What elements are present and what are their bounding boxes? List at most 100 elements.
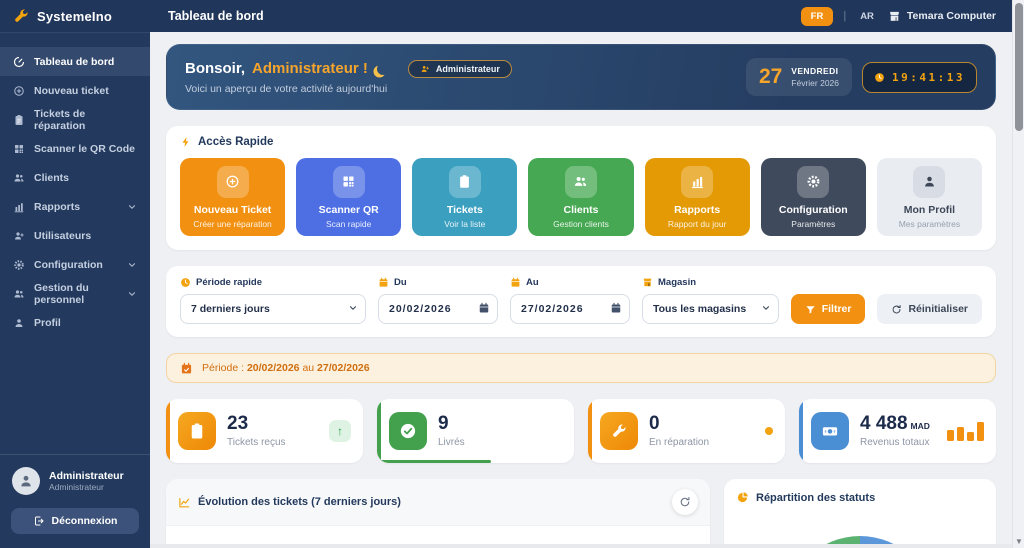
calendar-check-icon bbox=[180, 362, 193, 375]
stat-card-en-reparation: 0 En réparation bbox=[588, 399, 785, 463]
date-day-name: VENDREDI bbox=[791, 66, 839, 76]
quick-card-subtitle: Scan rapide bbox=[326, 218, 372, 229]
sidebar-item-tickets-de-reparation[interactable]: Tickets de réparation bbox=[0, 105, 150, 134]
quick-access-header: Accès Rapide bbox=[180, 136, 982, 148]
sidebar-item-rapports[interactable]: Rapports bbox=[0, 192, 150, 221]
sidebar: Tableau de bord Nouveau ticket Tickets d… bbox=[0, 32, 150, 548]
stat-label: Livrés bbox=[438, 436, 465, 448]
sidebar-item-label: Profil bbox=[34, 316, 61, 329]
tickets-evolution-chart-card: Évolution des tickets (7 derniers jours) bbox=[166, 479, 710, 548]
quick-card-tickets[interactable]: Tickets Voir la liste bbox=[412, 158, 518, 236]
clock-icon bbox=[874, 72, 885, 83]
sidebar-item-gestion-personnel[interactable]: Gestion du personnel bbox=[0, 279, 150, 308]
chart-header: Évolution des tickets (7 derniers jours) bbox=[166, 479, 710, 526]
main-content: Bonsoir, Administrateur ! Administrateur… bbox=[150, 32, 1012, 548]
period-to: 27/02/2026 bbox=[317, 362, 370, 374]
period-prefix: Période : bbox=[202, 362, 245, 374]
sidebar-nav: Tableau de bord Nouveau ticket Tickets d… bbox=[0, 33, 150, 337]
filters-bar: Période rapide 7 derniers jours Du 20/02… bbox=[166, 266, 996, 337]
quick-card-title: Clients bbox=[563, 203, 599, 216]
vertical-scrollbar[interactable]: ▼ bbox=[1012, 0, 1024, 548]
user-icon bbox=[18, 473, 34, 489]
plus-circle-icon bbox=[216, 165, 249, 198]
quick-card-configuration[interactable]: Configuration Paramètres bbox=[760, 158, 866, 236]
quick-card-mon-profil[interactable]: Mon Profil Mes paramètres bbox=[876, 158, 982, 236]
sidebar-user-role: Administrateur bbox=[49, 482, 104, 493]
quick-card-scanner-qr[interactable]: Scanner QR Scan rapide bbox=[296, 158, 402, 236]
date-day-number: 27 bbox=[758, 65, 783, 88]
header-right: FR | AR Temara Computer bbox=[800, 6, 1012, 26]
page-title: Tableau de bord bbox=[168, 9, 264, 23]
period-separator: au bbox=[302, 362, 315, 374]
sidebar-item-label: Utilisateurs bbox=[34, 229, 92, 242]
period-banner: Période : 20/02/2026 au 27/02/2026 bbox=[166, 353, 996, 383]
store-select[interactable]: Tous les magasins bbox=[642, 294, 779, 324]
chart-refresh-button[interactable] bbox=[672, 489, 698, 515]
stat-value: 4 488 MAD bbox=[860, 413, 930, 435]
quick-card-clients[interactable]: Clients Gestion clients bbox=[528, 158, 634, 236]
store-tag: Temara Computer bbox=[888, 10, 996, 23]
line-chart-icon bbox=[178, 496, 191, 509]
quick-card-subtitle: Créer une réparation bbox=[193, 218, 272, 229]
qr-code-icon bbox=[13, 143, 25, 155]
stat-card-tickets-recus: 23 Tickets reçus ↑ bbox=[166, 399, 363, 463]
filter-store-group: Magasin Tous les magasins bbox=[642, 277, 779, 324]
welcome-username: Administrateur ! bbox=[252, 60, 368, 77]
role-badge: Administrateur bbox=[407, 59, 512, 78]
users-icon bbox=[564, 165, 597, 198]
filter-to-group: Au bbox=[510, 277, 630, 324]
bar-chart-icon bbox=[13, 201, 25, 213]
refresh-icon bbox=[679, 496, 691, 508]
chart-title: Évolution des tickets (7 derniers jours) bbox=[198, 496, 401, 508]
sidebar-item-scanner-qr[interactable]: Scanner le QR Code bbox=[0, 134, 150, 163]
quick-card-title: Nouveau Ticket bbox=[193, 203, 272, 216]
quick-card-nouveau-ticket[interactable]: Nouveau Ticket Créer une réparation bbox=[180, 158, 286, 236]
qr-code-icon bbox=[332, 165, 365, 198]
sidebar-item-label: Gestion du personnel bbox=[34, 281, 89, 306]
refresh-icon bbox=[891, 304, 902, 315]
chevron-down-icon bbox=[127, 289, 137, 299]
horizontal-scrollbar[interactable] bbox=[150, 544, 1012, 548]
check-circle-icon bbox=[389, 412, 427, 450]
quick-card-title: Configuration bbox=[778, 203, 848, 216]
scroll-down-arrow[interactable]: ▼ bbox=[1013, 537, 1024, 546]
period-select[interactable]: 7 derniers jours bbox=[180, 294, 366, 324]
quick-access-title: Accès Rapide bbox=[198, 136, 274, 148]
users-icon bbox=[13, 172, 25, 184]
reset-button[interactable]: Réinitialiser bbox=[877, 294, 982, 324]
quick-card-subtitle: Voir la liste bbox=[444, 218, 486, 229]
lang-ar-button[interactable]: AR bbox=[856, 9, 878, 24]
sidebar-item-configuration[interactable]: Configuration bbox=[0, 250, 150, 279]
sidebar-item-tableau-de-bord[interactable]: Tableau de bord bbox=[0, 47, 150, 76]
welcome-subtitle: Voici un aperçu de votre activité aujour… bbox=[185, 82, 388, 95]
plus-circle-icon bbox=[13, 85, 25, 97]
date-card: 27 VENDREDI Février 2026 bbox=[745, 58, 853, 96]
sidebar-item-utilisateurs[interactable]: Utilisateurs bbox=[0, 221, 150, 250]
chart-header: Répartition des statuts bbox=[724, 479, 996, 512]
calendar-picker-icon[interactable] bbox=[610, 302, 622, 314]
user-icon bbox=[913, 165, 946, 198]
sidebar-item-profil[interactable]: Profil bbox=[0, 308, 150, 337]
sidebar-item-label: Nouveau ticket bbox=[34, 84, 109, 97]
quick-card-subtitle: Gestion clients bbox=[553, 218, 609, 229]
logout-button[interactable]: Déconnexion bbox=[11, 508, 139, 534]
filter-from-group: Du bbox=[378, 277, 498, 324]
filter-button[interactable]: Filtrer bbox=[790, 294, 866, 324]
sidebar-item-clients[interactable]: Clients bbox=[0, 163, 150, 192]
header-separator: | bbox=[843, 10, 847, 22]
sidebar-item-nouveau-ticket[interactable]: Nouveau ticket bbox=[0, 76, 150, 105]
stat-card-revenus: 4 488 MAD Revenus totaux bbox=[799, 399, 996, 463]
tools-icon bbox=[600, 412, 638, 450]
calendar-picker-icon[interactable] bbox=[478, 302, 490, 314]
app-name: SystemeIno bbox=[37, 8, 112, 24]
sidebar-user-name: Administrateur bbox=[49, 469, 124, 482]
lang-fr-button[interactable]: FR bbox=[800, 6, 834, 26]
scrollbar-thumb[interactable] bbox=[1015, 3, 1023, 131]
quick-card-rapports[interactable]: Rapports Rapport du jour bbox=[644, 158, 750, 236]
live-clock: 19:41:13 bbox=[892, 70, 965, 84]
quick-card-subtitle: Mes paramètres bbox=[898, 218, 961, 229]
period-from: 20/02/2026 bbox=[246, 362, 300, 374]
status-distribution-chart-card: Répartition des statuts bbox=[724, 479, 996, 548]
calendar-icon bbox=[378, 277, 389, 288]
stat-value: 23 bbox=[227, 413, 249, 435]
